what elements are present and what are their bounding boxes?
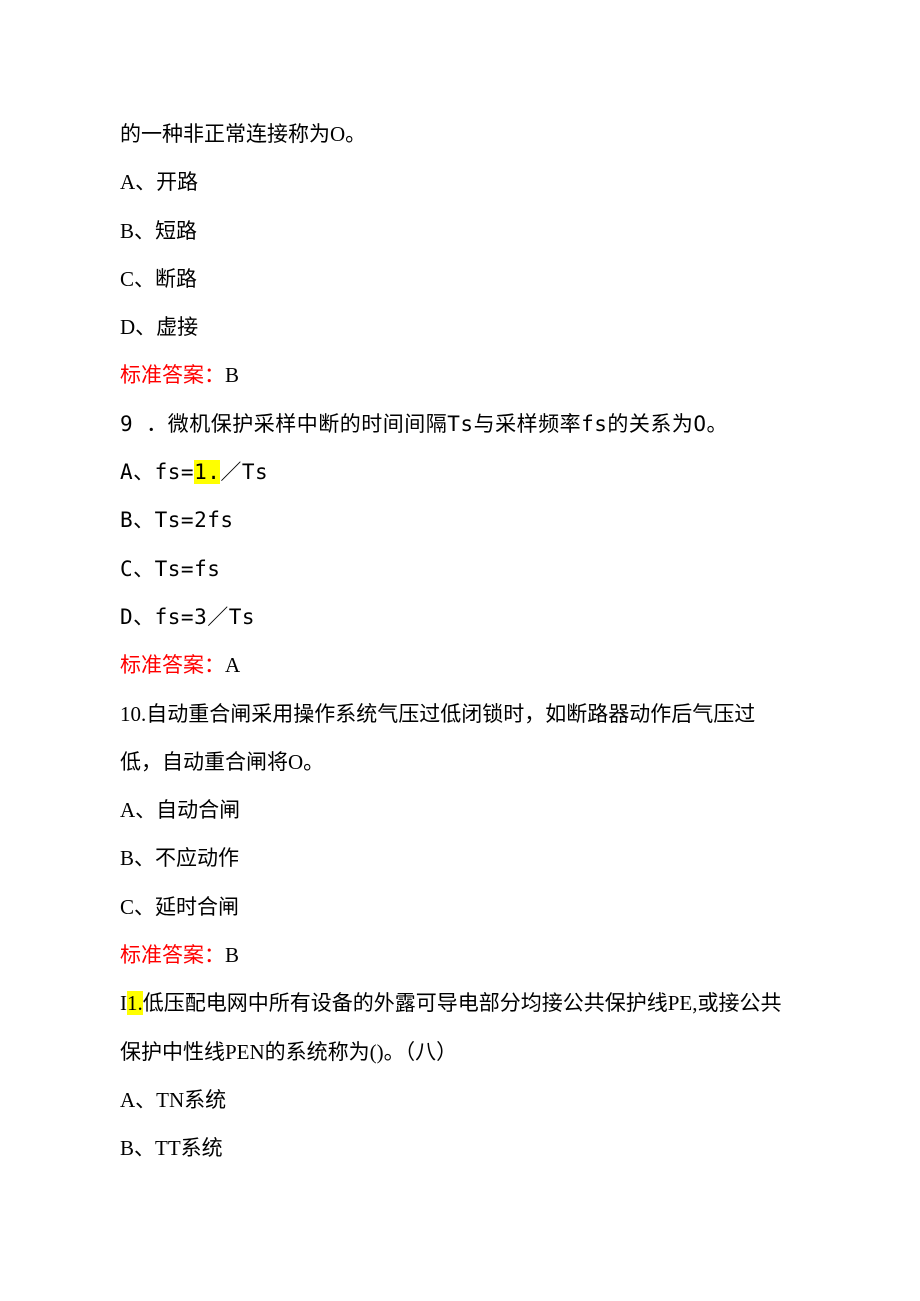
q9-option-c: C、Ts=fs: [120, 545, 800, 593]
answer-value: A: [225, 653, 240, 677]
q9-a-prefix: A、fs=: [120, 460, 194, 484]
answer-value: B: [225, 943, 239, 967]
q8-option-a: A、开路: [120, 158, 800, 206]
q11-option-a: A、TN系统: [120, 1076, 800, 1124]
q11-stem-line2: 保护中性线PEN的系统称为()。（八）: [120, 1028, 800, 1076]
highlight-text: 1.: [127, 991, 143, 1015]
q10-option-c: C、延时合闸: [120, 883, 800, 931]
q10-option-a: A、自动合闸: [120, 786, 800, 834]
q9-answer: 标准答案：A: [120, 641, 800, 689]
highlight-text: 1.: [194, 460, 220, 484]
q10-stem-line1: 10.自动重合闸采用操作系统气压过低闭锁时，如断路器动作后气压过: [120, 690, 800, 738]
q10-answer: 标准答案：B: [120, 931, 800, 979]
document-page: 的一种非正常连接称为O。 A、开路 B、短路 C、断路 D、虚接 标准答案：B …: [0, 0, 920, 1233]
q9-option-b: B、Ts=2fs: [120, 496, 800, 544]
q10-option-b: B、不应动作: [120, 834, 800, 882]
q11-stem-line1: I1.低压配电网中所有设备的外露可导电部分均接公共保护线PE,或接公共: [120, 979, 800, 1027]
q9-a-suffix: ／Ts: [220, 460, 268, 484]
q10-stem-line2: 低，自动重合闸将O。: [120, 738, 800, 786]
q11-option-b: B、TT系统: [120, 1124, 800, 1172]
q9-option-a: A、fs=1.／Ts: [120, 448, 800, 496]
q9-option-d: D、fs=3／Ts: [120, 593, 800, 641]
q8-option-d: D、虚接: [120, 303, 800, 351]
answer-label: 标准答案：: [120, 653, 225, 677]
q8-answer: 标准答案：B: [120, 351, 800, 399]
answer-label: 标准答案：: [120, 363, 225, 387]
q11-prefix: I: [120, 991, 127, 1015]
q8-option-b: B、短路: [120, 207, 800, 255]
answer-label: 标准答案：: [120, 943, 225, 967]
q8-stem-tail: 的一种非正常连接称为O。: [120, 110, 800, 158]
q9-stem: 9 ．微机保护采样中断的时间间隔Ts与采样频率fs的关系为O。: [120, 400, 800, 448]
answer-value: B: [225, 363, 239, 387]
q11-suffix: 低压配电网中所有设备的外露可导电部分均接公共保护线PE,或接公共: [143, 991, 782, 1015]
q8-option-c: C、断路: [120, 255, 800, 303]
